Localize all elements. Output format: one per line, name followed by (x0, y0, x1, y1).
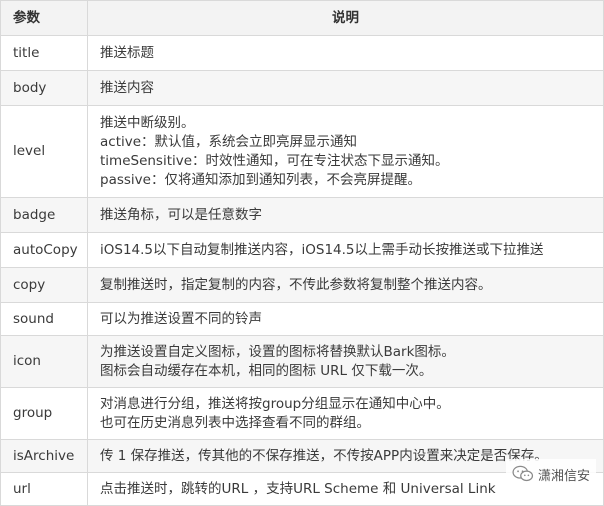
description-line: 推送内容 (100, 79, 154, 96)
table-row: group 对消息进行分组，推送将按group分组显示在通知中心中。 也可在历史消息… (0, 387, 604, 440)
table-row: badge 推送角标，可以是任意数字 (0, 197, 604, 233)
param-name: sound (0, 302, 88, 336)
param-description: 推送内容 (87, 70, 604, 106)
table-row: icon 为推送设置自定义图标，设置的图标将替换默认Bark图标。 图标会自动缓存在… (0, 335, 604, 388)
description-line: 推送标题 (100, 44, 154, 61)
table-row: level 推送中断级别。 active：默认值，系统会立即亮屏显示通知 timeSe… (0, 105, 604, 198)
param-description: 推送标题 (87, 35, 604, 71)
param-name: group (0, 387, 88, 440)
description-line: active：默认值，系统会立即亮屏显示通知 (100, 133, 358, 150)
watermark-text: 潇湘信安 (537, 468, 590, 484)
table-row: sound 可以为推送设置不同的铃声 (0, 302, 604, 336)
description-line: 图标会自动缓存在本机，相同的图标 URL 仅下载一次。 (100, 362, 433, 379)
param-description: 推送角标，可以是任意数字 (87, 197, 604, 233)
param-description: 复制推送时，指定复制的内容，不传此参数将复制整个推送内容。 (87, 267, 604, 303)
parameter-table: 参数 说明 title 推送标题 body 推送内容 level 推送中断级别。 activ… (0, 0, 604, 506)
description-line: 也可在历史消息列表中选择查看不同的群组。 (100, 414, 370, 431)
param-description: 可以为推送设置不同的铃声 (87, 302, 604, 336)
description-line: passive：仅将通知添加到通知列表，不会亮屏提醒。 (100, 171, 421, 188)
param-name: copy (0, 267, 88, 303)
table-row: copy 复制推送时，指定复制的内容，不传此参数将复制整个推送内容。 (0, 267, 604, 303)
header-param: 参数 (0, 0, 88, 36)
param-name: level (0, 105, 88, 198)
description-line: 推送中断级别。 (100, 114, 195, 131)
param-name: body (0, 70, 88, 106)
param-name: badge (0, 197, 88, 233)
description-line: 为推送设置自定义图标，设置的图标将替换默认Bark图标。 (100, 343, 455, 360)
description-line: 推送角标，可以是任意数字 (100, 206, 262, 223)
param-name: isArchive (0, 439, 88, 473)
param-description: 为推送设置自定义图标，设置的图标将替换默认Bark图标。 图标会自动缓存在本机，相… (87, 335, 604, 388)
param-name: url (0, 472, 88, 506)
table-header-row: 参数 说明 (0, 0, 604, 36)
param-name: icon (0, 335, 88, 388)
param-description: 推送中断级别。 active：默认值，系统会立即亮屏显示通知 timeSensiti… (87, 105, 604, 198)
table-row: body 推送内容 (0, 70, 604, 106)
watermark: 潇湘信安 (505, 459, 596, 489)
param-description: iOS14.5以下自动复制推送内容，iOS14.5以上需手动长按推送或下拉推送 (87, 232, 604, 268)
table-body: title 推送标题 body 推送内容 level 推送中断级别。 active：默认值，… (0, 35, 604, 506)
wechat-icon (512, 465, 534, 482)
description-line: 复制推送时，指定复制的内容，不传此参数将复制整个推送内容。 (100, 276, 492, 293)
param-description: 对消息进行分组，推送将按group分组显示在通知中心中。 也可在历史消息列表中选择… (87, 387, 604, 440)
description-line: 对消息进行分组，推送将按group分组显示在通知中心中。 (100, 395, 450, 412)
table-row: title 推送标题 (0, 35, 604, 71)
header-desc: 说明 (87, 0, 604, 36)
param-name: autoCopy (0, 232, 88, 268)
table-row: autoCopy iOS14.5以下自动复制推送内容，iOS14.5以上需手动长按… (0, 232, 604, 268)
description-line: timeSensitive：时效性通知，可在专注状态下显示通知。 (100, 152, 449, 169)
param-name: title (0, 35, 88, 71)
description-line: iOS14.5以下自动复制推送内容，iOS14.5以上需手动长按推送或下拉推送 (100, 241, 544, 258)
description-line: 可以为推送设置不同的铃声 (100, 310, 262, 327)
